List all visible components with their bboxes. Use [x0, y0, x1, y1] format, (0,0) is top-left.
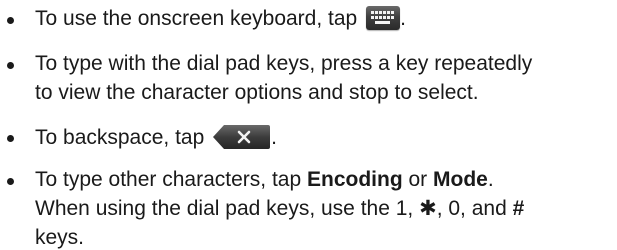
list-item-text-line-3: keys.	[35, 226, 85, 249]
list-item-text: To backspace, tap .	[35, 124, 277, 149]
text-segment: or	[408, 168, 428, 191]
bullet-icon	[7, 17, 14, 24]
text-segment: When using the dial pad keys, use the 1,	[35, 197, 414, 220]
list-item-text-line-1: To type with the dial pad keys, press a …	[35, 52, 533, 75]
text-segment: To type other characters, tap	[35, 168, 302, 191]
star-key-symbol: ✱	[419, 197, 437, 220]
pound-key-symbol: #	[512, 197, 525, 220]
list-item-text-line-1: To type other characters, tap Encoding o…	[35, 167, 494, 192]
list-item-period: .	[271, 126, 277, 149]
keyboard-icon	[366, 6, 401, 30]
bullet-icon	[7, 178, 14, 185]
instruction-list: To use the onscreen keyboard, tap . To t…	[0, 0, 617, 249]
encoding-term: Encoding	[306, 168, 403, 191]
list-item-period: .	[400, 7, 406, 30]
mode-term: Mode	[433, 168, 488, 191]
list-item-text: To use the onscreen keyboard, tap .	[35, 6, 406, 31]
list-item-label: To backspace, tap	[35, 126, 205, 149]
bullet-icon	[7, 135, 14, 142]
backspace-icon	[213, 125, 271, 149]
list-item-text-line-2: When using the dial pad keys, use the 1,…	[35, 196, 524, 221]
text-segment: .	[487, 168, 494, 191]
list-item-label: To use the onscreen keyboard, tap	[35, 7, 358, 30]
bullet-icon	[7, 62, 14, 69]
list-item-text-line-2: to view the character options and stop t…	[35, 81, 479, 104]
text-segment: , 0, and	[436, 197, 507, 220]
